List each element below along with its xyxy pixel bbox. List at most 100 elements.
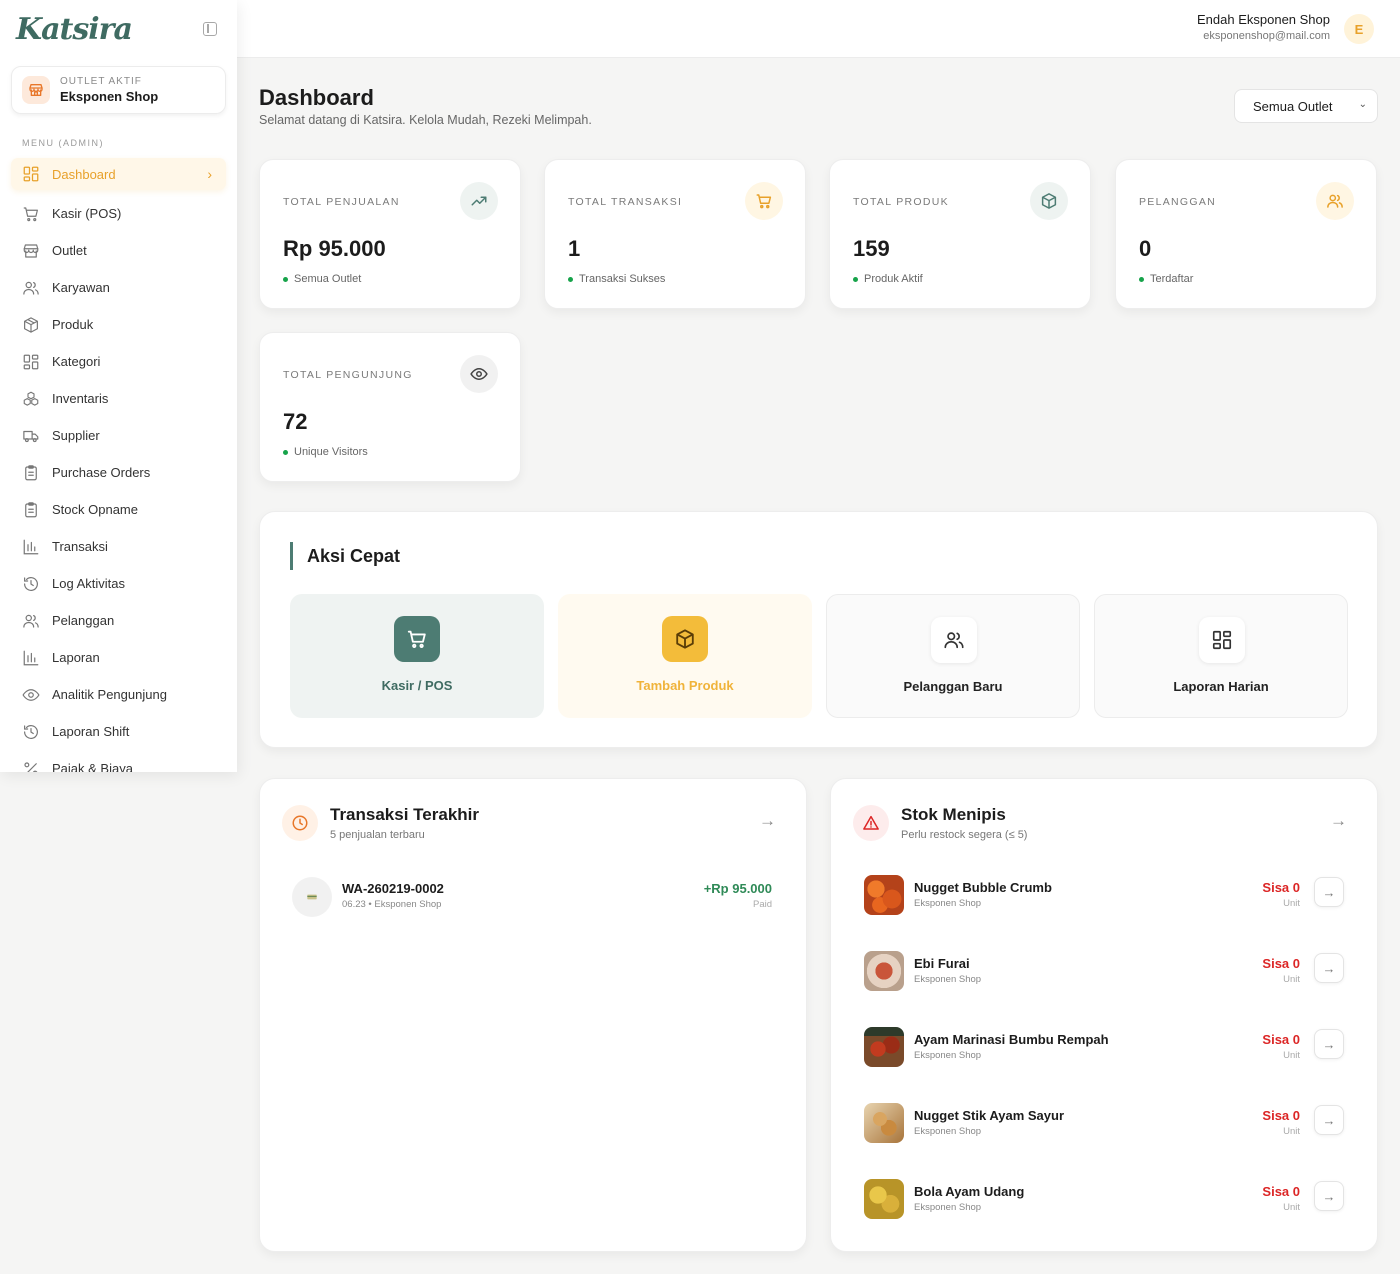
logo-row: Katsira: [0, 0, 237, 58]
users-icon: [1316, 182, 1354, 220]
quick-action-label: Kasir / POS: [381, 678, 453, 693]
avatar[interactable]: E: [1344, 14, 1374, 44]
sidebar-item-label: Analitik Pengunjung: [52, 687, 167, 702]
sidebar-item-produk[interactable]: Produk: [0, 306, 237, 343]
sidebar-item-transaksi[interactable]: Transaksi: [0, 528, 237, 565]
truck-icon: [23, 430, 39, 442]
menu-title: MENU (ADMIN): [22, 138, 104, 148]
brand-logo[interactable]: Katsira: [16, 12, 133, 47]
sidebar-item-kategori[interactable]: Kategori: [0, 343, 237, 380]
stock-unit: Unit: [1283, 1050, 1300, 1061]
sidebar-item-label: Transaksi: [52, 539, 108, 554]
sidebar-item-label: Outlet: [52, 243, 87, 258]
chevron-right-icon: ›: [207, 166, 212, 182]
low-stock-title: Stok Menipis: [901, 805, 1006, 824]
product-thumbnail: [864, 1179, 904, 1219]
stat-value: Rp 95.000: [283, 236, 386, 261]
sidebar-item-outlet[interactable]: Outlet: [0, 232, 237, 269]
sidebar-item-dashboard[interactable]: Dashboard ›: [11, 158, 226, 190]
quick-action-tambah-produk[interactable]: Tambah Produk: [558, 594, 812, 718]
stat-note: Transaksi Sukses: [568, 273, 665, 285]
product-name: Ayam Marinasi Bumbu Rempah: [914, 1032, 1109, 1047]
sidebar-item-label: Supplier: [52, 428, 100, 443]
low-stock-row[interactable]: Ayam Marinasi Bumbu Rempah Eksponen Shop…: [864, 1025, 1344, 1069]
outlet-filter-value: Semua Outlet: [1253, 98, 1333, 114]
arrow-right-icon[interactable]: →: [1314, 1029, 1344, 1059]
arrow-right-icon[interactable]: →: [1330, 811, 1347, 831]
stock-remaining: Sisa 0: [1262, 956, 1300, 971]
bar-chart-icon: [23, 650, 39, 665]
product-name: Nugget Stik Ayam Sayur: [914, 1108, 1065, 1123]
user-name: Endah Eksponen Shop: [1197, 12, 1330, 27]
quick-action-label: Pelanggan Baru: [903, 679, 1003, 694]
sidebar-item-laporan[interactable]: Laporan: [0, 639, 237, 676]
recent-transactions-subtitle: 5 penjualan terbaru: [330, 829, 425, 841]
sidebar-item-stock-opname[interactable]: Stock Opname: [0, 491, 237, 528]
low-stock-row[interactable]: Ebi Furai Eksponen Shop Sisa 0 Unit →: [864, 949, 1344, 993]
stock-remaining: Sisa 0: [1262, 1032, 1300, 1047]
percent-icon: [24, 761, 38, 772]
sidebar-item-analitik-pengunjung[interactable]: Analitik Pengunjung: [0, 676, 237, 713]
clipboard-icon: [25, 501, 37, 517]
stat-note-text: Terdaftar: [1150, 273, 1194, 285]
stat-note: Semua Outlet: [283, 273, 361, 285]
recent-transactions-title: Transaksi Terakhir: [330, 805, 479, 824]
status-dot: [568, 276, 573, 282]
sidebar-item-inventaris[interactable]: Inventaris: [0, 380, 237, 417]
arrow-right-icon[interactable]: →: [1314, 1105, 1344, 1135]
active-outlet-card[interactable]: OUTLET AKTIF Eksponen Shop: [11, 66, 226, 114]
stat-note: Produk Aktif: [853, 273, 923, 285]
low-stock-row[interactable]: Nugget Stik Ayam Sayur Eksponen Shop Sis…: [864, 1101, 1344, 1145]
sidebar-item-label: Laporan Shift: [52, 724, 130, 739]
sidebar-item-laporan-shift[interactable]: Laporan Shift: [0, 713, 237, 750]
arrow-right-icon[interactable]: →: [759, 811, 776, 831]
arrow-right-icon[interactable]: →: [1314, 1181, 1344, 1211]
users-icon: [931, 617, 977, 663]
stock-remaining: Sisa 0: [1262, 880, 1300, 895]
stat-value: 1: [568, 236, 581, 261]
outlet-filter-select[interactable]: Semua Outlet ⌄: [1234, 89, 1378, 123]
sidebar: Katsira OUTLET AKTIF Eksponen Shop MENU …: [0, 0, 237, 772]
product-name: Ebi Furai: [914, 956, 970, 971]
bar-chart-icon: [23, 539, 39, 554]
clock-icon: [282, 805, 318, 841]
status-dot: [853, 276, 858, 282]
transaction-row[interactable]: WA-260219-0002 06.23 • Eksponen Shop +Rp…: [292, 875, 774, 919]
history-icon: [24, 724, 38, 739]
sidebar-item-pajak-biaya[interactable]: Pajak & Biaya: [0, 750, 237, 772]
product-shop: Eksponen Shop: [914, 1050, 982, 1061]
stat-note-text: Produk Aktif: [864, 273, 923, 285]
sidebar-item-label: Kategori: [52, 354, 101, 369]
stock-remaining: Sisa 0: [1262, 1108, 1300, 1123]
quick-actions-panel: Aksi Cepat Kasir / POS Tambah Produk Pel…: [259, 511, 1378, 748]
quick-action-laporan-harian[interactable]: Laporan Harian: [1094, 594, 1348, 718]
status-dot: [283, 449, 288, 455]
arrow-right-icon[interactable]: →: [1314, 953, 1344, 983]
store-icon: [23, 243, 39, 258]
quick-action-label: Laporan Harian: [1173, 679, 1269, 694]
quick-action-pelanggan-baru[interactable]: Pelanggan Baru: [826, 594, 1080, 718]
sidebar-item-label: Karyawan: [52, 280, 110, 295]
arrow-right-icon[interactable]: →: [1314, 877, 1344, 907]
stat-note-text: Transaksi Sukses: [579, 273, 666, 285]
quick-action-kasir-pos[interactable]: Kasir / POS: [290, 594, 544, 718]
outlet-label: OUTLET AKTIF: [60, 76, 142, 87]
sidebar-item-purchase-orders[interactable]: Purchase Orders: [0, 454, 237, 491]
eye-icon: [460, 355, 498, 393]
sidebar-item-kasir[interactable]: Kasir (POS): [0, 195, 237, 232]
product-thumbnail: [864, 1027, 904, 1067]
sidebar-item-pelanggan[interactable]: Pelanggan: [0, 602, 237, 639]
low-stock-row[interactable]: Bola Ayam Udang Eksponen Shop Sisa 0 Uni…: [864, 1177, 1344, 1221]
stock-unit: Unit: [1283, 1202, 1300, 1213]
trending-up-icon: [460, 182, 498, 220]
stat-value: 72: [283, 409, 308, 434]
sidebar-item-label: Laporan: [52, 650, 100, 665]
stat-card-total-transaksi: TOTAL TRANSAKSI 1 Transaksi Sukses: [544, 159, 806, 309]
low-stock-row[interactable]: Nugget Bubble Crumb Eksponen Shop Sisa 0…: [864, 873, 1344, 917]
sidebar-item-supplier[interactable]: Supplier: [0, 417, 237, 454]
sidebar-item-karyawan[interactable]: Karyawan: [0, 269, 237, 306]
sidebar-collapse-icon[interactable]: [203, 22, 217, 36]
product-name: Bola Ayam Udang: [914, 1184, 1025, 1199]
sidebar-item-log-aktivitas[interactable]: Log Aktivitas: [0, 565, 237, 602]
user-info[interactable]: Endah Eksponen Shop eksponenshop@mail.co…: [1197, 12, 1330, 42]
